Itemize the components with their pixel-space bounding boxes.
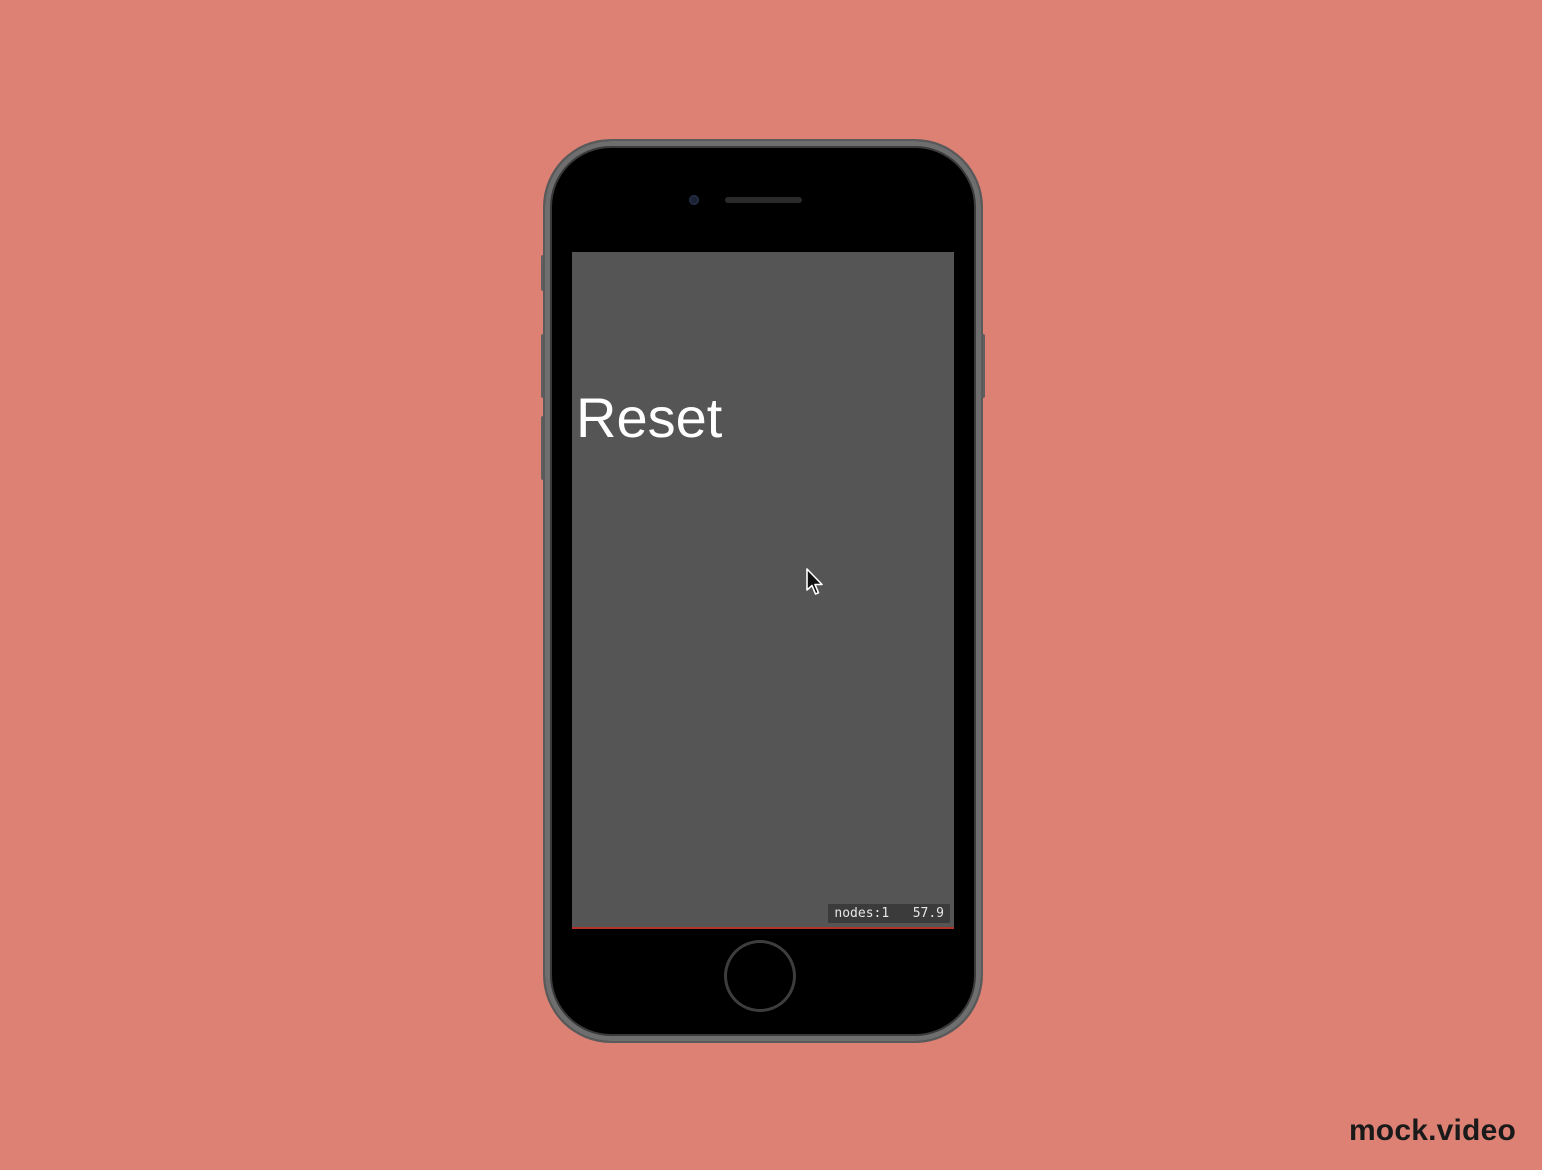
front-camera [689, 195, 699, 205]
debug-stats-overlay: nodes:1 57.9 [828, 904, 950, 923]
watermark-logo: mock.video [1348, 1114, 1516, 1147]
stage: Reset nodes:1 57.9 mock.video [0, 0, 1542, 1170]
earpiece-speaker [725, 197, 802, 203]
fps-readout: 57.9 [912, 906, 944, 921]
mouse-pointer-icon [806, 568, 823, 595]
app-screen[interactable]: Reset nodes:1 57.9 [572, 252, 954, 929]
node-count: nodes:1 [834, 906, 890, 921]
reset-button[interactable]: Reset [576, 386, 722, 450]
home-button-icon[interactable] [727, 943, 793, 1009]
